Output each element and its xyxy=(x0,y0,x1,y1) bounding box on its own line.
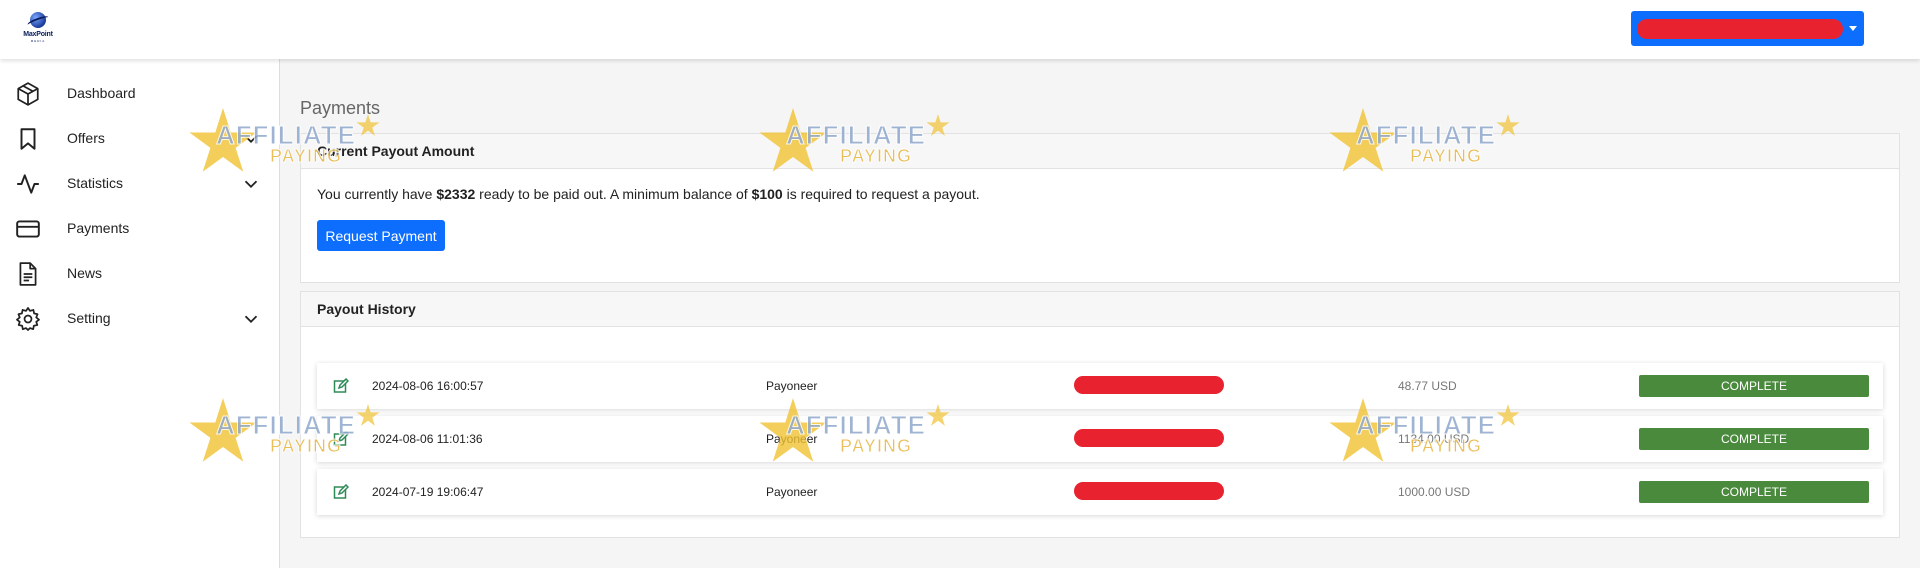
payout-date: 2024-08-06 11:01:36 xyxy=(372,432,483,446)
status-badge: COMPLETE xyxy=(1639,428,1869,450)
brand-logo[interactable]: MaxPoint MEDIA xyxy=(18,10,58,46)
brand-subtitle: MEDIA xyxy=(30,39,46,43)
card-title: Current Payout Amount xyxy=(301,134,1899,169)
payout-amount: 1000.00 USD xyxy=(1398,485,1471,499)
request-payment-button[interactable]: Request Payment xyxy=(317,220,445,251)
status-badge: COMPLETE xyxy=(1639,375,1869,397)
chevron-down-icon[interactable] xyxy=(240,308,262,330)
sidebar-item-label: Statistics xyxy=(67,175,124,191)
redacted-account xyxy=(1074,429,1224,447)
current-payout-card: Current Payout Amount You currently have… xyxy=(300,133,1900,283)
caret-down-icon xyxy=(1849,26,1857,31)
payout-date: 2024-07-19 19:06:47 xyxy=(372,485,484,499)
sidebar-item-label: Setting xyxy=(67,310,111,326)
status-badge: COMPLETE xyxy=(1639,481,1869,503)
sidebar-item-label: Payments xyxy=(67,220,130,236)
sidebar-item-label: Offers xyxy=(67,130,105,146)
page-title: Payments xyxy=(300,98,381,118)
sidebar-item-setting[interactable]: Setting xyxy=(0,298,280,338)
credit-card-icon xyxy=(16,220,40,238)
edit-icon[interactable] xyxy=(333,484,349,500)
payout-description: You currently have $2332 ready to be pai… xyxy=(317,186,980,202)
edit-icon[interactable] xyxy=(333,378,349,394)
sidebar-item-dashboard[interactable]: Dashboard xyxy=(0,73,280,113)
chevron-down-icon[interactable] xyxy=(240,173,262,195)
payout-method: Payoneer xyxy=(766,485,818,499)
user-menu-button[interactable] xyxy=(1631,11,1864,46)
globe-icon xyxy=(30,12,46,28)
payout-method: Payoneer xyxy=(766,432,818,446)
sidebar-item-label: Dashboard xyxy=(67,85,136,101)
gear-icon xyxy=(16,307,40,331)
redacted-account xyxy=(1074,482,1224,500)
sidebar-item-statistics[interactable]: Statistics xyxy=(0,163,280,203)
table-row: 2024-07-19 19:06:47 Payoneer 1000.00 USD… xyxy=(317,469,1883,515)
box-icon xyxy=(17,82,39,106)
activity-icon xyxy=(17,174,39,194)
sidebar-item-payments[interactable]: Payments xyxy=(0,208,280,248)
sidebar-item-news[interactable]: News xyxy=(0,253,280,293)
table-row: 2024-08-06 11:01:36 Payoneer 1134.00 USD… xyxy=(317,416,1883,462)
redacted-username xyxy=(1637,19,1843,39)
sidebar: Dashboard Offers Statistics Payments New… xyxy=(0,59,280,568)
sidebar-item-label: News xyxy=(67,265,103,281)
minimum-balance: $100 xyxy=(751,186,783,202)
payout-method: Payoneer xyxy=(766,379,818,393)
table-row: 2024-08-06 16:00:57 Payoneer 48.77 USD C… xyxy=(317,363,1883,409)
edit-icon[interactable] xyxy=(333,431,349,447)
payout-history-card: Payout History 2024-08-06 16:00:57 Payon… xyxy=(300,291,1900,538)
payout-amount: 48.77 USD xyxy=(1398,379,1457,393)
top-bar: MaxPoint MEDIA xyxy=(0,0,1920,59)
document-icon xyxy=(19,262,37,286)
payout-date: 2024-08-06 16:00:57 xyxy=(372,379,484,393)
bookmark-icon xyxy=(20,128,36,150)
payout-amount: 1134.00 USD xyxy=(1398,432,1470,446)
card-title: Payout History xyxy=(301,292,1899,327)
brand-name: MaxPoint xyxy=(23,31,53,38)
sidebar-item-offers[interactable]: Offers xyxy=(0,118,280,158)
chevron-down-icon[interactable] xyxy=(240,128,262,150)
payout-amount: $2332 xyxy=(436,186,476,202)
redacted-account xyxy=(1074,376,1224,394)
